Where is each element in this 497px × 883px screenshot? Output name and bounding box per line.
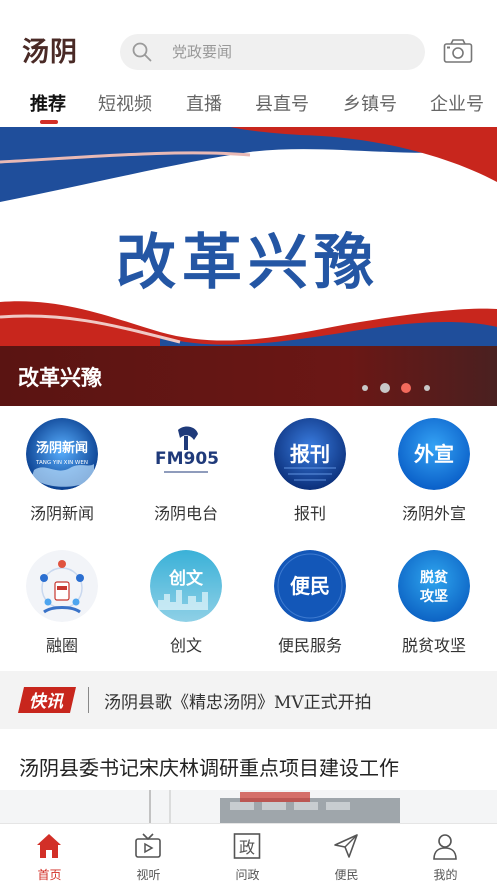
civilization-icon: 创文 bbox=[150, 550, 222, 622]
carousel-dot[interactable] bbox=[380, 383, 390, 393]
nav-mine[interactable]: 我的 bbox=[396, 824, 495, 883]
news-flash-bar[interactable]: 快讯 汤阴县歌《精忠汤阴》MV正式开拍 bbox=[0, 671, 497, 729]
svg-text:创文: 创文 bbox=[168, 568, 204, 589]
politics-icon: 政 bbox=[233, 833, 261, 859]
service-poverty-alleviation[interactable]: 脱贫 攻坚 脱贫攻坚 bbox=[372, 538, 496, 668]
convenience-icon: 便民 bbox=[274, 550, 346, 622]
service-label: 便民服务 bbox=[277, 636, 342, 655]
search-bar[interactable] bbox=[120, 34, 425, 70]
header: 汤阴 bbox=[0, 0, 497, 86]
tab-live[interactable]: 直播 bbox=[186, 90, 222, 116]
active-tab-indicator bbox=[40, 120, 58, 124]
svg-text:TANG YIN XIN WEN: TANG YIN XIN WEN bbox=[35, 460, 88, 466]
service-label: 报刊 bbox=[293, 504, 326, 523]
svg-text:脱贫: 脱贫 bbox=[420, 569, 449, 586]
service-label: 融圈 bbox=[45, 636, 78, 655]
newspaper-icon: 报刊 bbox=[274, 418, 346, 490]
svg-text:汤阴新闻: 汤阴新闻 bbox=[36, 440, 88, 456]
tangyin-news-icon: 汤阴新闻 TANG YIN XIN WEN bbox=[26, 418, 98, 490]
service-newspaper[interactable]: 报刊 报刊 bbox=[248, 406, 372, 536]
svg-text:报刊: 报刊 bbox=[290, 442, 330, 466]
banner-headline: 改革兴豫 bbox=[116, 228, 380, 298]
service-publicity[interactable]: 外宣 汤阴外宣 bbox=[372, 406, 496, 536]
carousel-indicator bbox=[360, 383, 440, 393]
carousel-dot[interactable] bbox=[362, 385, 368, 391]
bottom-navigation: 首页 视听 政 问政 便民 我的 bbox=[0, 823, 497, 883]
nav-label: 视听 bbox=[136, 868, 161, 882]
nav-audio-video[interactable]: 视听 bbox=[99, 824, 198, 883]
nav-label: 问政 bbox=[235, 868, 260, 882]
app-logo[interactable]: 汤阴 bbox=[22, 30, 78, 69]
banner-carousel[interactable]: 改革兴豫 改革兴豫 bbox=[0, 127, 497, 406]
home-icon bbox=[37, 834, 61, 858]
search-icon bbox=[132, 42, 152, 62]
banner-caption: 改革兴豫 bbox=[18, 365, 102, 390]
nav-politics[interactable]: 政 问政 bbox=[198, 824, 297, 883]
nav-label: 我的 bbox=[433, 868, 458, 882]
circle-community-icon bbox=[26, 550, 98, 622]
divider bbox=[88, 687, 89, 713]
svg-text:快讯: 快讯 bbox=[29, 692, 65, 712]
nav-convenience[interactable]: 便民 bbox=[297, 824, 396, 883]
nav-label: 便民 bbox=[334, 868, 359, 882]
service-tangyin-radio[interactable]: FM905 汤阴电台 bbox=[124, 406, 248, 536]
user-icon bbox=[433, 834, 457, 860]
service-label: 汤阴电台 bbox=[153, 504, 218, 523]
search-input[interactable] bbox=[172, 34, 412, 70]
news-flash-text[interactable]: 汤阴县歌《精忠汤阴》MV正式开拍 bbox=[104, 688, 372, 713]
send-icon bbox=[334, 834, 358, 858]
service-label: 汤阴新闻 bbox=[29, 504, 94, 523]
tab-township-accounts[interactable]: 乡镇号 bbox=[343, 90, 397, 116]
service-label: 脱贫攻坚 bbox=[401, 636, 466, 655]
service-label: 创文 bbox=[169, 636, 202, 655]
tab-short-video[interactable]: 短视频 bbox=[98, 90, 152, 116]
svg-text:FM905: FM905 bbox=[155, 449, 219, 469]
article-title[interactable]: 汤阴县委书记宋庆林调研重点项目建设工作 bbox=[19, 752, 399, 781]
poverty-alleviation-icon: 脱贫 攻坚 bbox=[398, 550, 470, 622]
tab-enterprise-accounts[interactable]: 企业号 bbox=[430, 90, 484, 116]
service-circle[interactable]: 融圈 bbox=[0, 538, 124, 668]
tv-icon bbox=[135, 833, 161, 858]
banner-caption-bar: 改革兴豫 bbox=[0, 346, 497, 406]
publicity-icon: 外宣 bbox=[398, 418, 470, 490]
nav-home[interactable]: 首页 bbox=[0, 824, 99, 883]
service-label: 汤阴外宣 bbox=[401, 504, 466, 523]
service-civilization[interactable]: 创文 创文 bbox=[124, 538, 248, 668]
svg-text:外宣: 外宣 bbox=[414, 442, 454, 466]
svg-text:便民: 便民 bbox=[290, 574, 330, 598]
carousel-dot-active[interactable] bbox=[401, 383, 411, 393]
channel-tabs: 推荐 短视频 直播 县直号 乡镇号 企业号 bbox=[0, 86, 497, 126]
service-grid: 汤阴新闻 TANG YIN XIN WEN 汤阴新闻 FM905 汤阴电台 报刊… bbox=[0, 406, 497, 670]
nav-label: 首页 bbox=[37, 868, 62, 882]
service-tangyin-news[interactable]: 汤阴新闻 TANG YIN XIN WEN 汤阴新闻 bbox=[0, 406, 124, 536]
svg-text:攻坚: 攻坚 bbox=[420, 588, 448, 605]
service-convenience[interactable]: 便民 便民服务 bbox=[248, 538, 372, 668]
svg-text:政: 政 bbox=[239, 838, 255, 857]
news-flash-badge: 快讯 bbox=[18, 687, 76, 713]
camera-icon[interactable] bbox=[443, 38, 473, 64]
tab-county-accounts[interactable]: 县直号 bbox=[255, 90, 309, 116]
tab-recommend[interactable]: 推荐 bbox=[30, 90, 66, 116]
carousel-dot[interactable] bbox=[424, 385, 430, 391]
fm905-radio-icon: FM905 bbox=[150, 418, 222, 490]
